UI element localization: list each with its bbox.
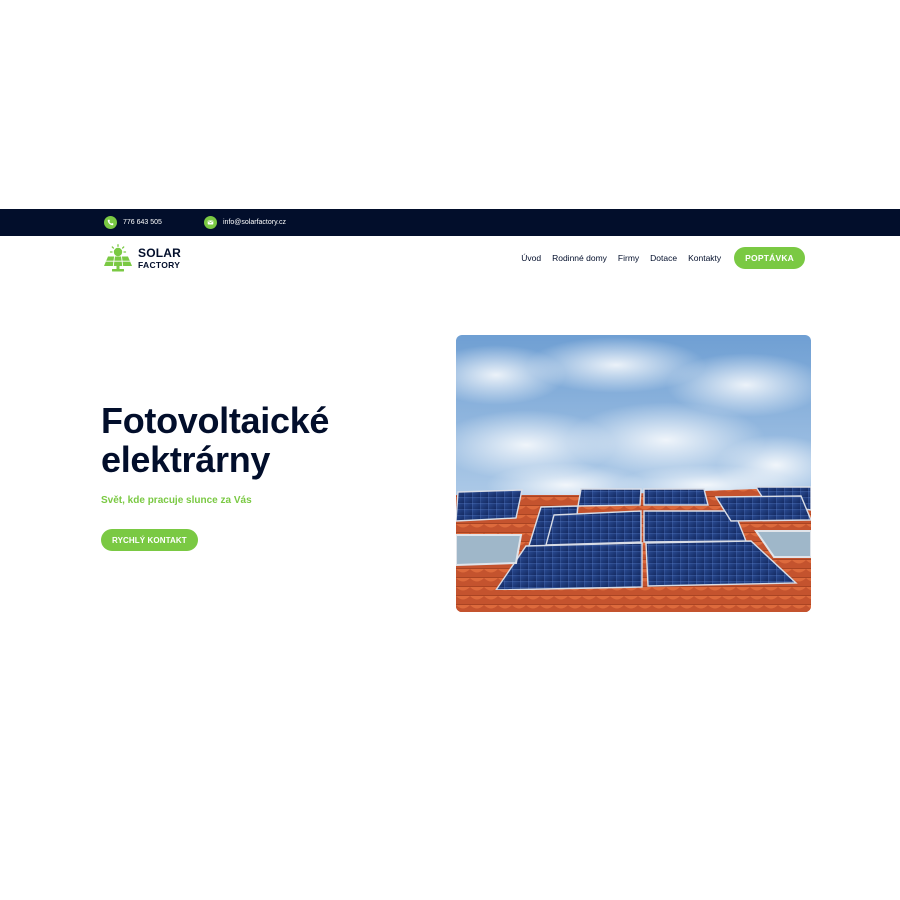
hero-title-line2: elektrárny (101, 439, 271, 480)
solar-panels-on-roof-photo (456, 335, 811, 612)
email-address: info@solarfactory.cz (223, 219, 286, 226)
quick-contact-button[interactable]: RYCHLÝ KONTAKT (101, 529, 198, 551)
hero-subtitle: Svět, kde pracuje slunce za Vás (101, 495, 252, 506)
main-nav: Úvod Rodinné domy Firmy Dotace Kontakty … (510, 247, 805, 269)
site-logo[interactable]: SOLAR FACTORY (103, 243, 181, 273)
hero-title-line1: Fotovoltaické (101, 400, 330, 441)
phone-link[interactable]: 776 643 505 (104, 209, 162, 236)
nav-item-firmy[interactable]: Firmy (618, 253, 639, 263)
top-contact-bar: 776 643 505 info@solarfactory.cz (0, 209, 900, 236)
phone-number: 776 643 505 (123, 219, 162, 226)
nav-item-rodinne-domy[interactable]: Rodinné domy (552, 253, 607, 263)
main-header: SOLAR FACTORY Úvod Rodinné domy Firmy Do… (0, 236, 900, 280)
nav-item-uvod[interactable]: Úvod (521, 253, 541, 263)
poptavka-button[interactable]: POPTÁVKA (734, 247, 805, 269)
logo-text-solar: SOLAR (138, 245, 181, 260)
solar-panel-sun-icon (104, 243, 132, 271)
nav-item-dotace[interactable]: Dotace (650, 253, 677, 263)
email-link[interactable]: info@solarfactory.cz (204, 209, 286, 236)
hero-title: Fotovoltaické elektrárny (101, 401, 421, 479)
logo-text-factory: FACTORY (138, 259, 181, 270)
nav-item-kontakty[interactable]: Kontakty (688, 253, 721, 263)
phone-icon (104, 216, 117, 229)
email-icon (204, 216, 217, 229)
